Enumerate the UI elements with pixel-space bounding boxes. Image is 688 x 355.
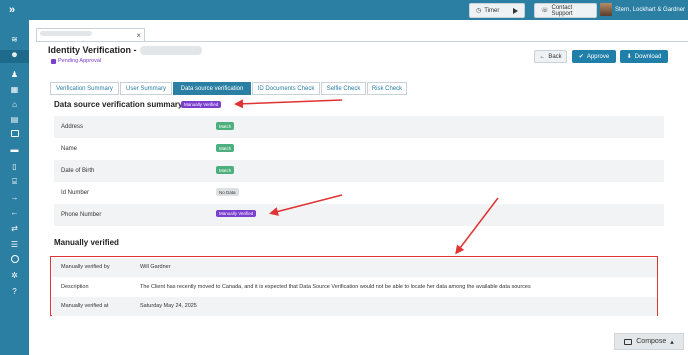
annotation-arrow (269, 194, 343, 216)
annotation-arrow (234, 99, 343, 109)
annotation-arrow (455, 197, 499, 255)
annotation-arrows (234, 99, 499, 255)
